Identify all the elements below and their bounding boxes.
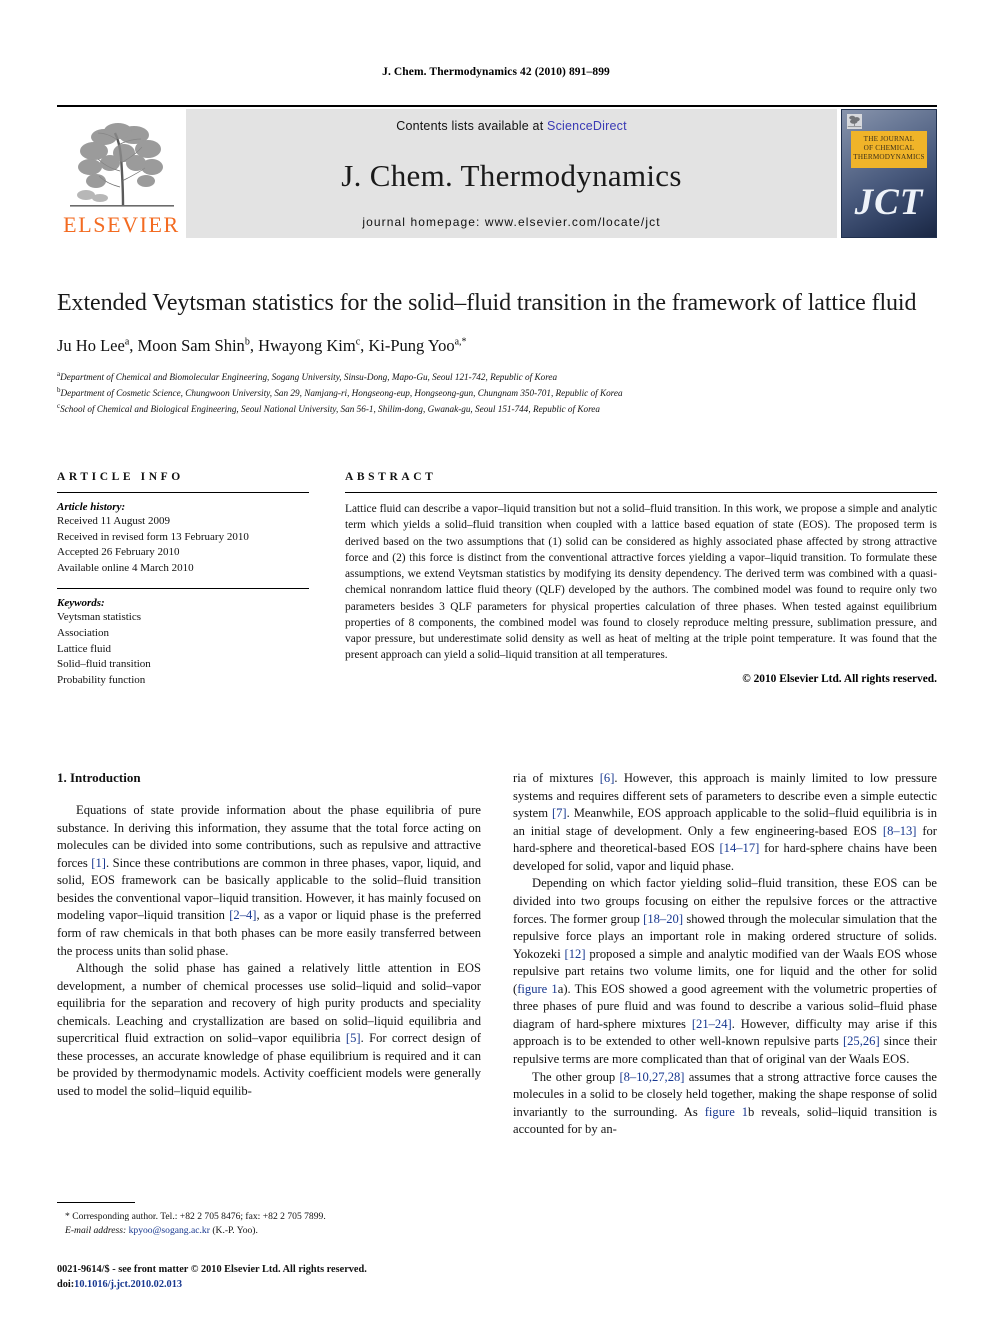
abstract-label: ABSTRACT bbox=[345, 471, 437, 483]
citation-link[interactable]: [6] bbox=[600, 771, 615, 785]
author-name: Ju Ho Lee bbox=[57, 335, 125, 355]
body-column-right: ria of mixtures [6]. However, this appro… bbox=[513, 770, 937, 1139]
info-abstract-row: ARTICLE INFO Article history: Received 1… bbox=[57, 471, 937, 688]
author-list: Ju Ho Leea, Moon Sam Shinb, Hwayong Kimc… bbox=[57, 335, 467, 355]
author-affiliation-mark: a,* bbox=[454, 336, 467, 348]
abstract-text: Lattice fluid can describe a vapor–liqui… bbox=[345, 503, 937, 662]
article-history-item: Received in revised form 13 February 201… bbox=[57, 530, 249, 543]
corresponding-author-line: * Corresponding author. Tel.: +82 2 705 … bbox=[65, 1211, 326, 1222]
body-paragraph: Equations of state provide information a… bbox=[57, 803, 481, 958]
citation-link[interactable]: [1] bbox=[91, 856, 106, 870]
running-head: J. Chem. Thermodynamics 42 (2010) 891–89… bbox=[382, 66, 610, 78]
citation-link[interactable]: [14–17] bbox=[719, 841, 759, 855]
corresponding-author-footnote: * Corresponding author. Tel.: +82 2 705 … bbox=[57, 1202, 481, 1238]
affiliation-text: School of Chemical and Biological Engine… bbox=[60, 403, 600, 414]
keyword-item: Probability function bbox=[57, 673, 146, 686]
body-columns: 1. Introduction Equations of state provi… bbox=[57, 770, 937, 1139]
masthead-center-band: Contents lists available at ScienceDirec… bbox=[186, 109, 837, 238]
cover-title-band: THE JOURNAL OF CHEMICAL THERMODYNAMICS bbox=[851, 131, 927, 168]
citation-link[interactable]: [7] bbox=[552, 806, 567, 820]
citation-link[interactable]: [8–13] bbox=[883, 824, 917, 838]
article-info-column: ARTICLE INFO Article history: Received 1… bbox=[57, 471, 309, 688]
cover-elsevier-mark-icon bbox=[847, 114, 862, 129]
citation-link[interactable]: [8–10,27,28] bbox=[619, 1070, 684, 1084]
abstract-copyright: © 2010 Elsevier Ltd. All rights reserved… bbox=[742, 672, 937, 685]
citation-link[interactable]: [12] bbox=[565, 947, 586, 961]
citation-link[interactable]: [25,26] bbox=[843, 1034, 880, 1048]
keywords-list: Veytsman statistics Association Lattice fl… bbox=[57, 610, 309, 688]
doi-prefix: doi: bbox=[57, 1278, 75, 1290]
cover-band-line-3: THERMODYNAMICS bbox=[853, 153, 925, 162]
article-history-list: Received 11 August 2009 Received in revis… bbox=[57, 514, 309, 576]
section-title-introduction: 1. Introduction bbox=[57, 770, 141, 785]
contents-available-line: Contents lists available at ScienceDirec… bbox=[396, 119, 627, 133]
doi-link[interactable]: 10.1016/j.jct.2010.02.013 bbox=[74, 1279, 182, 1290]
email-suffix: (K.-P. Yoo). bbox=[209, 1225, 258, 1236]
figure-link[interactable]: figure 1 bbox=[705, 1105, 748, 1119]
contents-prefix: Contents lists available at bbox=[396, 119, 548, 133]
article-history-item: Received 11 August 2009 bbox=[57, 515, 170, 527]
journal-homepage-link[interactable]: journal homepage: www.elsevier.com/locat… bbox=[362, 215, 660, 229]
author-affiliation-mark: a bbox=[124, 336, 130, 348]
affiliation-item: cSchool of Chemical and Biological Engin… bbox=[57, 401, 937, 417]
abstract-column: ABSTRACT Lattice fluid can describe a va… bbox=[345, 471, 937, 688]
journal-masthead: ELSEVIER Contents lists available at Sci… bbox=[57, 105, 937, 238]
keywords-rule bbox=[57, 588, 309, 590]
article-history-item: Available online 4 March 2010 bbox=[57, 561, 194, 574]
imprint-front-matter: 0021-9614/$ - see front matter © 2010 El… bbox=[57, 1264, 367, 1275]
citation-link[interactable]: [21–24] bbox=[692, 1017, 732, 1031]
keyword-item: Solid–fluid transition bbox=[57, 658, 151, 671]
email-line: E-mail address: kpyoo@sogang.ac.kr (K.-P… bbox=[57, 1224, 481, 1238]
affiliation-text: Department of Cosmetic Science, Chungwoo… bbox=[60, 387, 623, 398]
cover-band-line-2: OF CHEMICAL bbox=[863, 144, 915, 153]
elsevier-wordmark: ELSEVIER bbox=[63, 212, 180, 237]
email-link[interactable]: kpyoo@sogang.ac.kr bbox=[129, 1225, 210, 1236]
affiliation-item: aDepartment of Chemical and Biomolecular… bbox=[57, 369, 937, 385]
keywords-label: Keywords: bbox=[57, 597, 105, 610]
cover-initials: JCT bbox=[854, 182, 924, 223]
body-paragraph: ria of mixtures [6]. However, this appro… bbox=[513, 771, 937, 873]
citation-link[interactable]: [2–4] bbox=[229, 908, 256, 922]
imprint-doi-line: doi:10.1016/j.jct.2010.02.013 bbox=[57, 1278, 481, 1293]
elsevier-logo: ELSEVIER bbox=[57, 109, 186, 238]
body-paragraph: The other group [8–10,27,28] assumes tha… bbox=[513, 1069, 938, 1137]
footnote-rule bbox=[57, 1202, 135, 1203]
article-history-label: Article history: bbox=[57, 501, 126, 513]
author-affiliation-mark: c bbox=[355, 336, 361, 348]
journal-title: J. Chem. Thermodynamics bbox=[341, 157, 682, 193]
author-affiliation-mark: b bbox=[244, 336, 250, 348]
elsevier-tree-icon bbox=[69, 123, 174, 207]
article-history-item: Accepted 26 February 2010 bbox=[57, 546, 180, 559]
journal-cover-thumbnail: THE JOURNAL OF CHEMICAL THERMODYNAMICS J… bbox=[841, 109, 937, 238]
article-info-rule bbox=[57, 492, 309, 493]
article-first-page: J. Chem. Thermodynamics 42 (2010) 891–89… bbox=[0, 0, 992, 1323]
body-paragraph: Although the solid phase has gained a re… bbox=[57, 961, 481, 1098]
body-paragraph: Depending on which factor yielding solid… bbox=[513, 876, 938, 1066]
author-name: Moon Sam Shin bbox=[137, 335, 245, 355]
imprint-block: 0021-9614/$ - see front matter © 2010 El… bbox=[57, 1263, 481, 1293]
citation-link[interactable]: [18–20] bbox=[643, 912, 683, 926]
left-column-paragraphs: Equations of state provide information a… bbox=[57, 802, 481, 1101]
author-name: Hwayong Kim bbox=[258, 335, 356, 355]
keyword-item: Veytsman statistics bbox=[57, 611, 142, 624]
article-info-label: ARTICLE INFO bbox=[57, 471, 184, 483]
email-label: E-mail address: bbox=[65, 1225, 127, 1236]
keyword-item: Association bbox=[57, 627, 109, 640]
title-block: Extended Veytsman statistics for the sol… bbox=[57, 288, 937, 416]
article-title: Extended Veytsman statistics for the sol… bbox=[57, 290, 917, 316]
affiliation-list: aDepartment of Chemical and Biomolecular… bbox=[57, 369, 937, 417]
author-name: Ki-Pung Yoo bbox=[368, 335, 455, 355]
affiliation-text: Department of Chemical and Biomolecular … bbox=[60, 371, 558, 382]
cover-band-line-1: THE JOURNAL bbox=[863, 135, 915, 143]
affiliation-item: bDepartment of Cosmetic Science, Chungwo… bbox=[57, 385, 937, 401]
body-column-left: 1. Introduction Equations of state provi… bbox=[57, 770, 481, 1139]
keyword-item: Lattice fluid bbox=[57, 642, 112, 655]
citation-link[interactable]: [5] bbox=[346, 1031, 361, 1045]
abstract-rule bbox=[345, 492, 937, 493]
right-column-paragraphs: ria of mixtures [6]. However, this appro… bbox=[513, 770, 937, 1139]
sciencedirect-link[interactable]: ScienceDirect bbox=[547, 119, 627, 133]
figure-link[interactable]: figure 1 bbox=[517, 982, 558, 996]
